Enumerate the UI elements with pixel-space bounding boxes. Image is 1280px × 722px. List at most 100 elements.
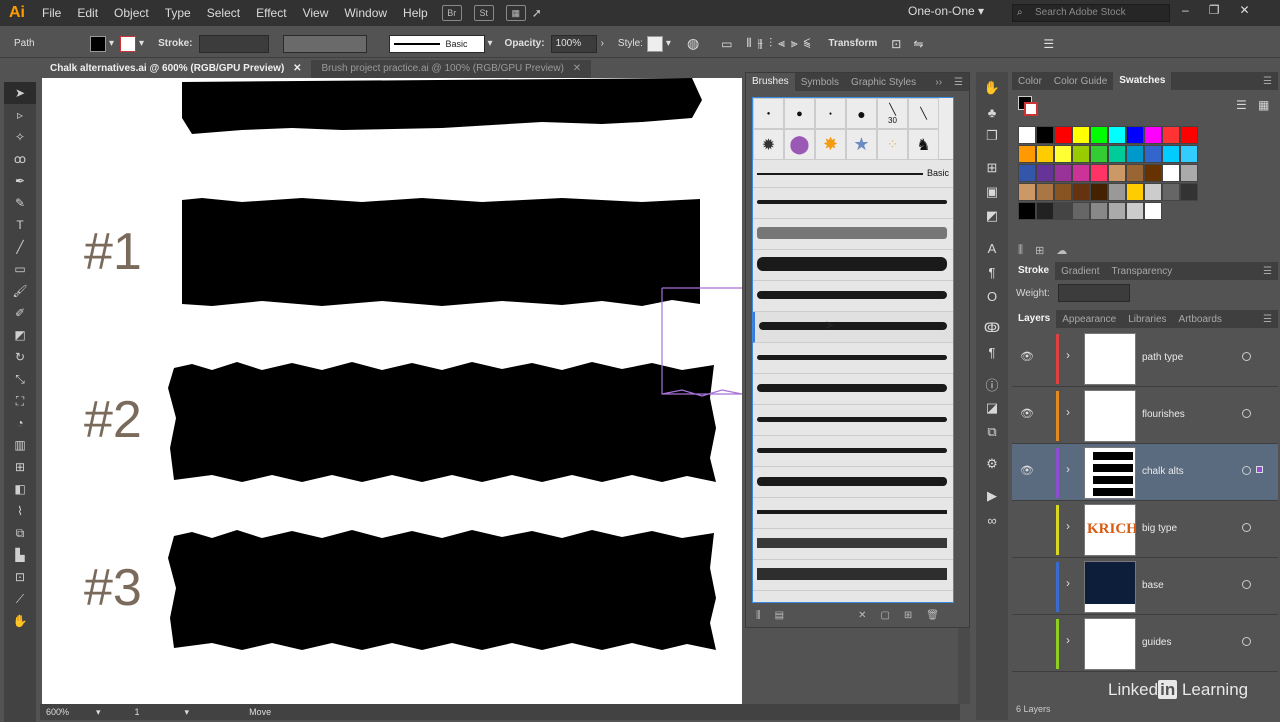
target-icon[interactable] <box>1242 409 1251 418</box>
magic-wand-tool-icon[interactable]: ✧ <box>4 126 36 148</box>
blend-tool-icon[interactable]: ⧉ <box>4 522 36 544</box>
brush-chalk-8[interactable] <box>753 405 953 436</box>
graphic-styles-icon[interactable]: ❐ <box>976 124 1008 148</box>
eyedropper-tool-icon[interactable]: ⌇ <box>4 500 36 522</box>
swatch[interactable] <box>1144 145 1162 163</box>
swatch[interactable] <box>1072 183 1090 201</box>
swatch[interactable] <box>1180 164 1198 182</box>
scale-tool-icon[interactable]: ⤡ <box>4 368 36 390</box>
scatter-brush-blob-icon[interactable]: ⬤ <box>784 129 815 160</box>
artboard-number[interactable]: 1 <box>135 707 185 717</box>
swatch[interactable] <box>1126 164 1144 182</box>
glyphs-panel-icon[interactable]: ↂ <box>976 316 1008 340</box>
menu-effect[interactable]: Effect <box>248 6 294 20</box>
free-transform-tool-icon[interactable]: ⛶ <box>4 390 36 412</box>
stroke-weight-input[interactable] <box>1058 284 1130 302</box>
brush-chalk-6[interactable] <box>753 343 953 374</box>
swatch[interactable] <box>1072 126 1090 144</box>
swatch[interactable] <box>1090 126 1108 144</box>
swatch[interactable] <box>1018 145 1036 163</box>
brush-scribble[interactable] <box>753 498 953 529</box>
tab-artboards[interactable]: Artboards <box>1173 314 1228 325</box>
brush-dot-tiny[interactable]: ● <box>815 98 846 129</box>
eraser-tool-icon[interactable]: ◩ <box>4 324 36 346</box>
mesh-tool-icon[interactable]: ⊞ <box>4 456 36 478</box>
swatch[interactable] <box>1018 202 1036 220</box>
brush-chalk-2[interactable] <box>753 219 953 250</box>
opacity-arrow-icon[interactable]: › <box>601 38 604 49</box>
brushes-panel-icon[interactable]: ✋ <box>976 76 1008 100</box>
swatch-grid[interactable] <box>1018 126 1248 221</box>
brush-chalk-10[interactable] <box>753 467 953 498</box>
tab-color[interactable]: Color <box>1012 76 1048 87</box>
swatch[interactable] <box>1144 126 1162 144</box>
target-icon[interactable] <box>1242 352 1251 361</box>
panel-menu-icon[interactable]: ☰ <box>1257 76 1278 87</box>
menu-view[interactable]: View <box>295 6 337 20</box>
swatch[interactable] <box>1018 126 1036 144</box>
menu-window[interactable]: Window <box>336 6 395 20</box>
tab-swatches[interactable]: Swatches <box>1113 72 1172 90</box>
stroke-dropdown-icon[interactable]: ▾ <box>139 38 144 49</box>
zoom-dropdown-icon[interactable]: ▾ <box>96 707 101 718</box>
selection-indicator[interactable] <box>1256 466 1263 473</box>
artboard-canvas[interactable]: #1 #2 #3 <box>42 78 742 704</box>
swatch[interactable] <box>1036 164 1054 182</box>
brush-library-list[interactable]: ● ● ● ● ╲ 30 ╲ ✹ ⬤ ✸ ★ ⁘ ♞ Basic ➤ <box>752 97 954 603</box>
opentype-panel-icon[interactable]: O <box>976 284 1008 308</box>
brush-dropdown-icon[interactable]: ▾ <box>488 38 493 49</box>
expand-chevron-icon[interactable]: › <box>1066 405 1070 419</box>
swatch[interactable] <box>1162 183 1180 201</box>
swatch[interactable] <box>1054 183 1072 201</box>
target-icon[interactable] <box>1242 523 1251 532</box>
swatch[interactable] <box>1126 183 1144 201</box>
expand-chevron-icon[interactable]: › <box>1066 462 1070 476</box>
scatter-brush-gear-icon[interactable]: ✹ <box>753 129 784 160</box>
brush-definition-field[interactable]: Basic <box>388 34 485 53</box>
tab-appearance[interactable]: Appearance <box>1056 314 1122 325</box>
settings-gear-icon[interactable]: ⚙ <box>976 452 1008 476</box>
shape-builder-tool-icon[interactable]: ◔ <box>4 412 36 434</box>
swatch[interactable] <box>1126 202 1144 220</box>
swatch[interactable] <box>1054 202 1072 220</box>
swatch[interactable] <box>1072 145 1090 163</box>
align-buttons-icon[interactable]: ⫴⫵⫶⫷⫸⫹ <box>747 36 817 51</box>
rectangle-tool-icon[interactable]: ▭ <box>4 258 36 280</box>
swatch[interactable] <box>1162 145 1180 163</box>
column-graph-tool-icon[interactable]: ▙ <box>4 544 36 566</box>
line-tool-icon[interactable]: ╱ <box>4 236 36 258</box>
links-panel-icon[interactable]: ⧉ <box>976 420 1008 444</box>
show-kinds-icon[interactable]: ⊞ <box>1035 244 1044 257</box>
gradient-tool-icon[interactable]: ◧ <box>4 478 36 500</box>
brush-dot-medium[interactable]: ● <box>784 98 815 129</box>
remove-stroke-icon[interactable]: ✕ <box>858 610 866 621</box>
close-tab-icon[interactable]: ✕ <box>293 63 301 74</box>
type-tool-icon[interactable]: T <box>4 214 36 236</box>
chalk-artwork[interactable] <box>42 78 742 704</box>
expand-chevron-icon[interactable]: › <box>1066 519 1070 533</box>
scatter-brush-star-icon[interactable]: ★ <box>846 129 877 160</box>
rotate-tool-icon[interactable]: ↻ <box>4 346 36 368</box>
pathfinder-panel-icon[interactable]: ◩ <box>976 204 1008 228</box>
info-panel-icon[interactable]: ⓘ <box>976 372 1008 396</box>
swatch[interactable] <box>1036 183 1054 201</box>
layer-chalk-alts[interactable]: 👁 › chalk alts <box>1012 444 1278 501</box>
recolor-artwork-icon[interactable]: ◍ <box>687 35 699 52</box>
expand-panel-icon[interactable]: ›› <box>929 77 948 88</box>
eye-icon[interactable]: 👁 <box>1020 407 1034 420</box>
swatch[interactable] <box>1144 202 1162 220</box>
grid-view-icon[interactable]: ▦ <box>1258 98 1269 112</box>
swatch[interactable] <box>1108 145 1126 163</box>
menu-file[interactable]: File <box>34 6 69 20</box>
tab-gradient[interactable]: Gradient <box>1055 266 1105 277</box>
brush-calligraphic[interactable]: ╲ <box>908 98 939 129</box>
swatch[interactable] <box>1090 202 1108 220</box>
swatch[interactable] <box>1180 183 1198 201</box>
brush-grunge[interactable] <box>753 560 953 591</box>
tab-color-guide[interactable]: Color Guide <box>1048 76 1113 87</box>
target-icon[interactable] <box>1242 637 1251 646</box>
brush-charcoal[interactable] <box>753 529 953 560</box>
align-to-icon[interactable]: ▭ <box>721 37 732 51</box>
brush-options-icon[interactable]: ▢ <box>880 610 889 621</box>
swatch[interactable] <box>1162 164 1180 182</box>
